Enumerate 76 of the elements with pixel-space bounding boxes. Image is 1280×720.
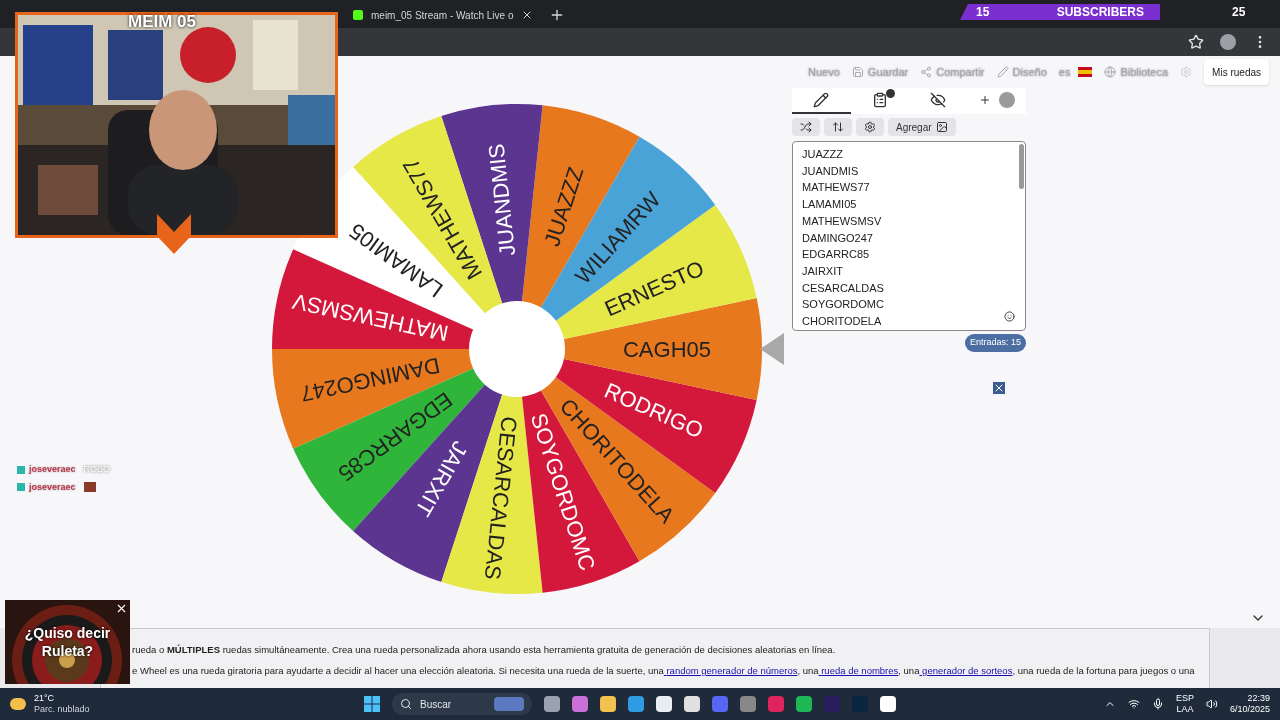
entry-line: MATHEWSMSV: [802, 213, 882, 229]
chat-username[interactable]: joseveraec: [29, 463, 76, 477]
entry-line: CESARCALDAS: [802, 280, 884, 296]
app-icon[interactable]: [572, 696, 588, 712]
share-icon: [920, 66, 933, 78]
entry-line: JUANDMIS: [802, 163, 859, 179]
weather-desc: Parc. nublado: [34, 704, 90, 715]
entry-line: LAMAMI05: [802, 197, 857, 213]
my-wheels-button[interactable]: Mis ruedas: [1204, 59, 1269, 85]
pointer-icon: [760, 333, 784, 365]
info-paragraph: e Wheel es una rueda giratoria para ayudarte a decidir al hacer una elección aleatoria. Si necesita una rueda de la suerte, una random generador de números, una rueda de nombres, una generador de sorteos, una rueda de la fortuna para juegos o una: [132, 665, 1195, 677]
pencil-icon: [813, 92, 830, 108]
search-field[interactable]: Buscar: [392, 693, 532, 715]
image-icon: [935, 121, 948, 133]
app-icon[interactable]: [768, 696, 784, 712]
entry-line: EDGARRC85: [802, 247, 870, 263]
eye-off-icon: [930, 92, 947, 108]
search-icon: [400, 698, 412, 710]
chat-message: ROBO: [83, 463, 111, 476]
app-icon[interactable]: [740, 696, 756, 712]
emote-icon: [83, 482, 96, 493]
segment-label: CESARCALDAS: [479, 415, 522, 581]
keyboard-layout[interactable]: LAA: [1176, 704, 1194, 715]
add-button[interactable]: Agregar: [888, 118, 956, 136]
app-icon[interactable]: [656, 696, 672, 712]
plus-icon: [978, 94, 991, 106]
sort-button[interactable]: [824, 118, 852, 136]
chat-username[interactable]: joseveraec: [29, 480, 76, 494]
clock-date[interactable]: 6/10/2025: [1229, 704, 1270, 715]
entry-line: SOYGORDOMC: [802, 297, 884, 313]
entries-field[interactable]: JUAZZZ JUANDMIS MATHEWS77 LAMAMI05 MATHEWSMSV DAMINGO247 EDGARRC85 JAIRXIT CESARCALDAS SOYGORDOMC CHORITODELA: [792, 141, 1026, 331]
close-icon[interactable]: [993, 381, 1005, 394]
entry-line: JAIRXIT: [802, 263, 843, 279]
emoji-icon[interactable]: [1004, 311, 1015, 322]
profile-avatar[interactable]: [1220, 34, 1236, 50]
save-icon: [851, 66, 864, 78]
app-icon[interactable]: [628, 696, 644, 712]
badge-icon: [886, 89, 895, 98]
wifi-icon[interactable]: [1127, 698, 1140, 710]
sort-icon: [832, 121, 844, 133]
volume-icon[interactable]: [1205, 698, 1218, 710]
microphone-icon[interactable]: [1151, 698, 1164, 710]
app-icon[interactable]: [796, 696, 812, 712]
subscriber-goal: 25: [1232, 4, 1246, 21]
app-icon[interactable]: [600, 696, 616, 712]
wheel-icon: [998, 92, 1015, 108]
subscriber-count: 15: [976, 4, 990, 21]
entry-line: CHORITODELA: [802, 314, 882, 330]
scrollbar-thumb[interactable]: [1019, 144, 1024, 189]
shuffle-icon: [800, 121, 812, 133]
weather-temp: 21°C: [34, 693, 56, 704]
wheel-center[interactable]: [469, 301, 565, 397]
browser-tab[interactable]: meim_05 Stream - Watch Live o: [345, 2, 542, 28]
entries-count: Entradas: 15: [964, 334, 1026, 352]
shuffle-button[interactable]: [792, 118, 820, 136]
settings-icon: [864, 121, 876, 133]
segment-label: JUANDMIS: [483, 142, 521, 257]
app-icon[interactable]: [544, 696, 560, 712]
segment-label: CAGH05: [623, 337, 711, 362]
language-code[interactable]: ESP: [1175, 693, 1194, 704]
clock-time[interactable]: 22:39: [1247, 693, 1270, 704]
settings-button[interactable]: [856, 118, 884, 136]
stream-title: MEIM 05: [128, 11, 197, 33]
subscriber-label: SUBSCRIBERS: [1056, 4, 1144, 21]
entry-line: JUAZZZ: [802, 147, 843, 162]
clipboard-icon: [871, 92, 888, 108]
weather-icon[interactable]: [10, 698, 26, 710]
info-paragraph: rueda o MÚLTIPLES ruedas simultáneamente. Crea una rueda personalizada ahora usando esta herramienta gratuita de generación de decisiones aleatorias en línea.: [132, 644, 836, 656]
entry-line: DAMINGO247: [802, 230, 873, 246]
app-icon[interactable]: [684, 696, 700, 712]
kick-icon: [353, 10, 363, 20]
flag-icon: [1078, 67, 1093, 77]
entry-line: MATHEWS77: [802, 180, 870, 196]
app-icon[interactable]: [880, 696, 896, 712]
bookmark-icon[interactable]: [1188, 34, 1204, 50]
close-icon[interactable]: [115, 602, 128, 615]
